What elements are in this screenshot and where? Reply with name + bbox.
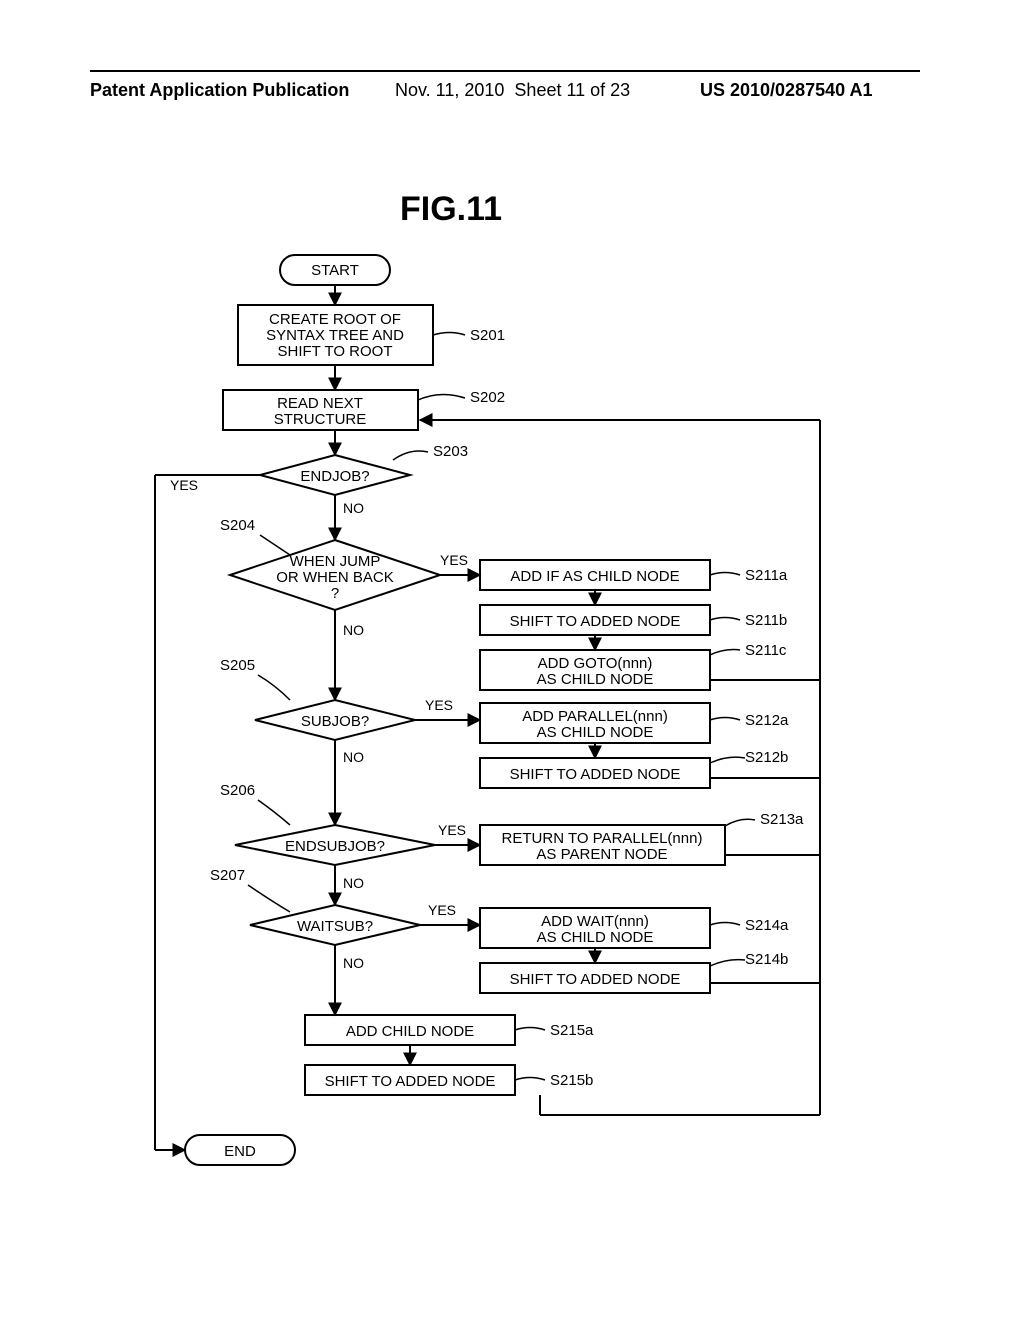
- label-s215b: S215b: [550, 1072, 593, 1089]
- label-s201: S201: [470, 327, 505, 344]
- label-s213a: S213a: [760, 811, 804, 828]
- label-s214b: S214b: [745, 951, 788, 968]
- svg-text:ADD PARALLEL(nnn): ADD PARALLEL(nnn): [522, 708, 668, 725]
- start-label: START: [311, 262, 359, 279]
- svg-text:ADD IF AS CHILD NODE: ADD IF AS CHILD NODE: [510, 568, 679, 585]
- label-s211c: S211c: [745, 642, 787, 659]
- svg-text:ENDSUBJOB?: ENDSUBJOB?: [285, 838, 385, 855]
- label-s212a: S212a: [745, 712, 789, 729]
- svg-text:AS PARENT NODE: AS PARENT NODE: [536, 846, 667, 863]
- svg-text:STRUCTURE: STRUCTURE: [274, 411, 367, 428]
- flowchart: START CREATE ROOT OF SYNTAX TREE AND SHI…: [0, 0, 1024, 1320]
- svg-text:AS CHILD NODE: AS CHILD NODE: [537, 671, 654, 688]
- svg-text:SHIFT TO ROOT: SHIFT TO ROOT: [277, 343, 392, 360]
- svg-text:SHIFT TO ADDED NODE: SHIFT TO ADDED NODE: [510, 613, 681, 630]
- svg-text:AS CHILD NODE: AS CHILD NODE: [537, 929, 654, 946]
- svg-text:ADD WAIT(nnn): ADD WAIT(nnn): [541, 913, 649, 930]
- no-s206: NO: [343, 875, 364, 891]
- svg-text:ADD GOTO(nnn): ADD GOTO(nnn): [538, 655, 653, 672]
- yes-s203: YES: [170, 477, 198, 493]
- svg-text:ADD CHILD NODE: ADD CHILD NODE: [346, 1023, 474, 1040]
- yes-s205: YES: [425, 697, 453, 713]
- label-s206: S206: [220, 782, 255, 799]
- yes-s206: YES: [438, 822, 466, 838]
- svg-text:OR WHEN BACK: OR WHEN BACK: [276, 569, 394, 586]
- no-s207: NO: [343, 955, 364, 971]
- label-s214a: S214a: [745, 917, 789, 934]
- end-label: END: [224, 1143, 256, 1160]
- label-s203: S203: [433, 443, 468, 460]
- svg-text:ENDJOB?: ENDJOB?: [300, 468, 369, 485]
- yes-s204: YES: [440, 552, 468, 568]
- svg-text:AS CHILD NODE: AS CHILD NODE: [537, 724, 654, 741]
- no-s205: NO: [343, 749, 364, 765]
- label-s207: S207: [210, 867, 245, 884]
- svg-text:CREATE ROOT OF: CREATE ROOT OF: [269, 311, 401, 328]
- label-s204: S204: [220, 517, 255, 534]
- svg-text:RETURN TO PARALLEL(nnn): RETURN TO PARALLEL(nnn): [502, 830, 703, 847]
- svg-text:SYNTAX TREE AND: SYNTAX TREE AND: [266, 327, 404, 344]
- no-s204: NO: [343, 622, 364, 638]
- label-s215a: S215a: [550, 1022, 594, 1039]
- label-s202: S202: [470, 389, 505, 406]
- svg-text:SUBJOB?: SUBJOB?: [301, 713, 369, 730]
- svg-text:?: ?: [331, 585, 339, 602]
- label-s211a: S211a: [745, 567, 788, 584]
- svg-text:SHIFT TO ADDED NODE: SHIFT TO ADDED NODE: [510, 766, 681, 783]
- svg-text:READ NEXT: READ NEXT: [277, 395, 363, 412]
- label-s212b: S212b: [745, 749, 788, 766]
- svg-text:WAITSUB?: WAITSUB?: [297, 918, 373, 935]
- no-s203: NO: [343, 500, 364, 516]
- label-s211b: S211b: [745, 612, 787, 629]
- svg-text:SHIFT TO ADDED NODE: SHIFT TO ADDED NODE: [510, 971, 681, 988]
- yes-s207: YES: [428, 902, 456, 918]
- svg-text:SHIFT TO ADDED NODE: SHIFT TO ADDED NODE: [325, 1073, 496, 1090]
- label-s205: S205: [220, 657, 255, 674]
- svg-text:WHEN JUMP: WHEN JUMP: [290, 553, 381, 570]
